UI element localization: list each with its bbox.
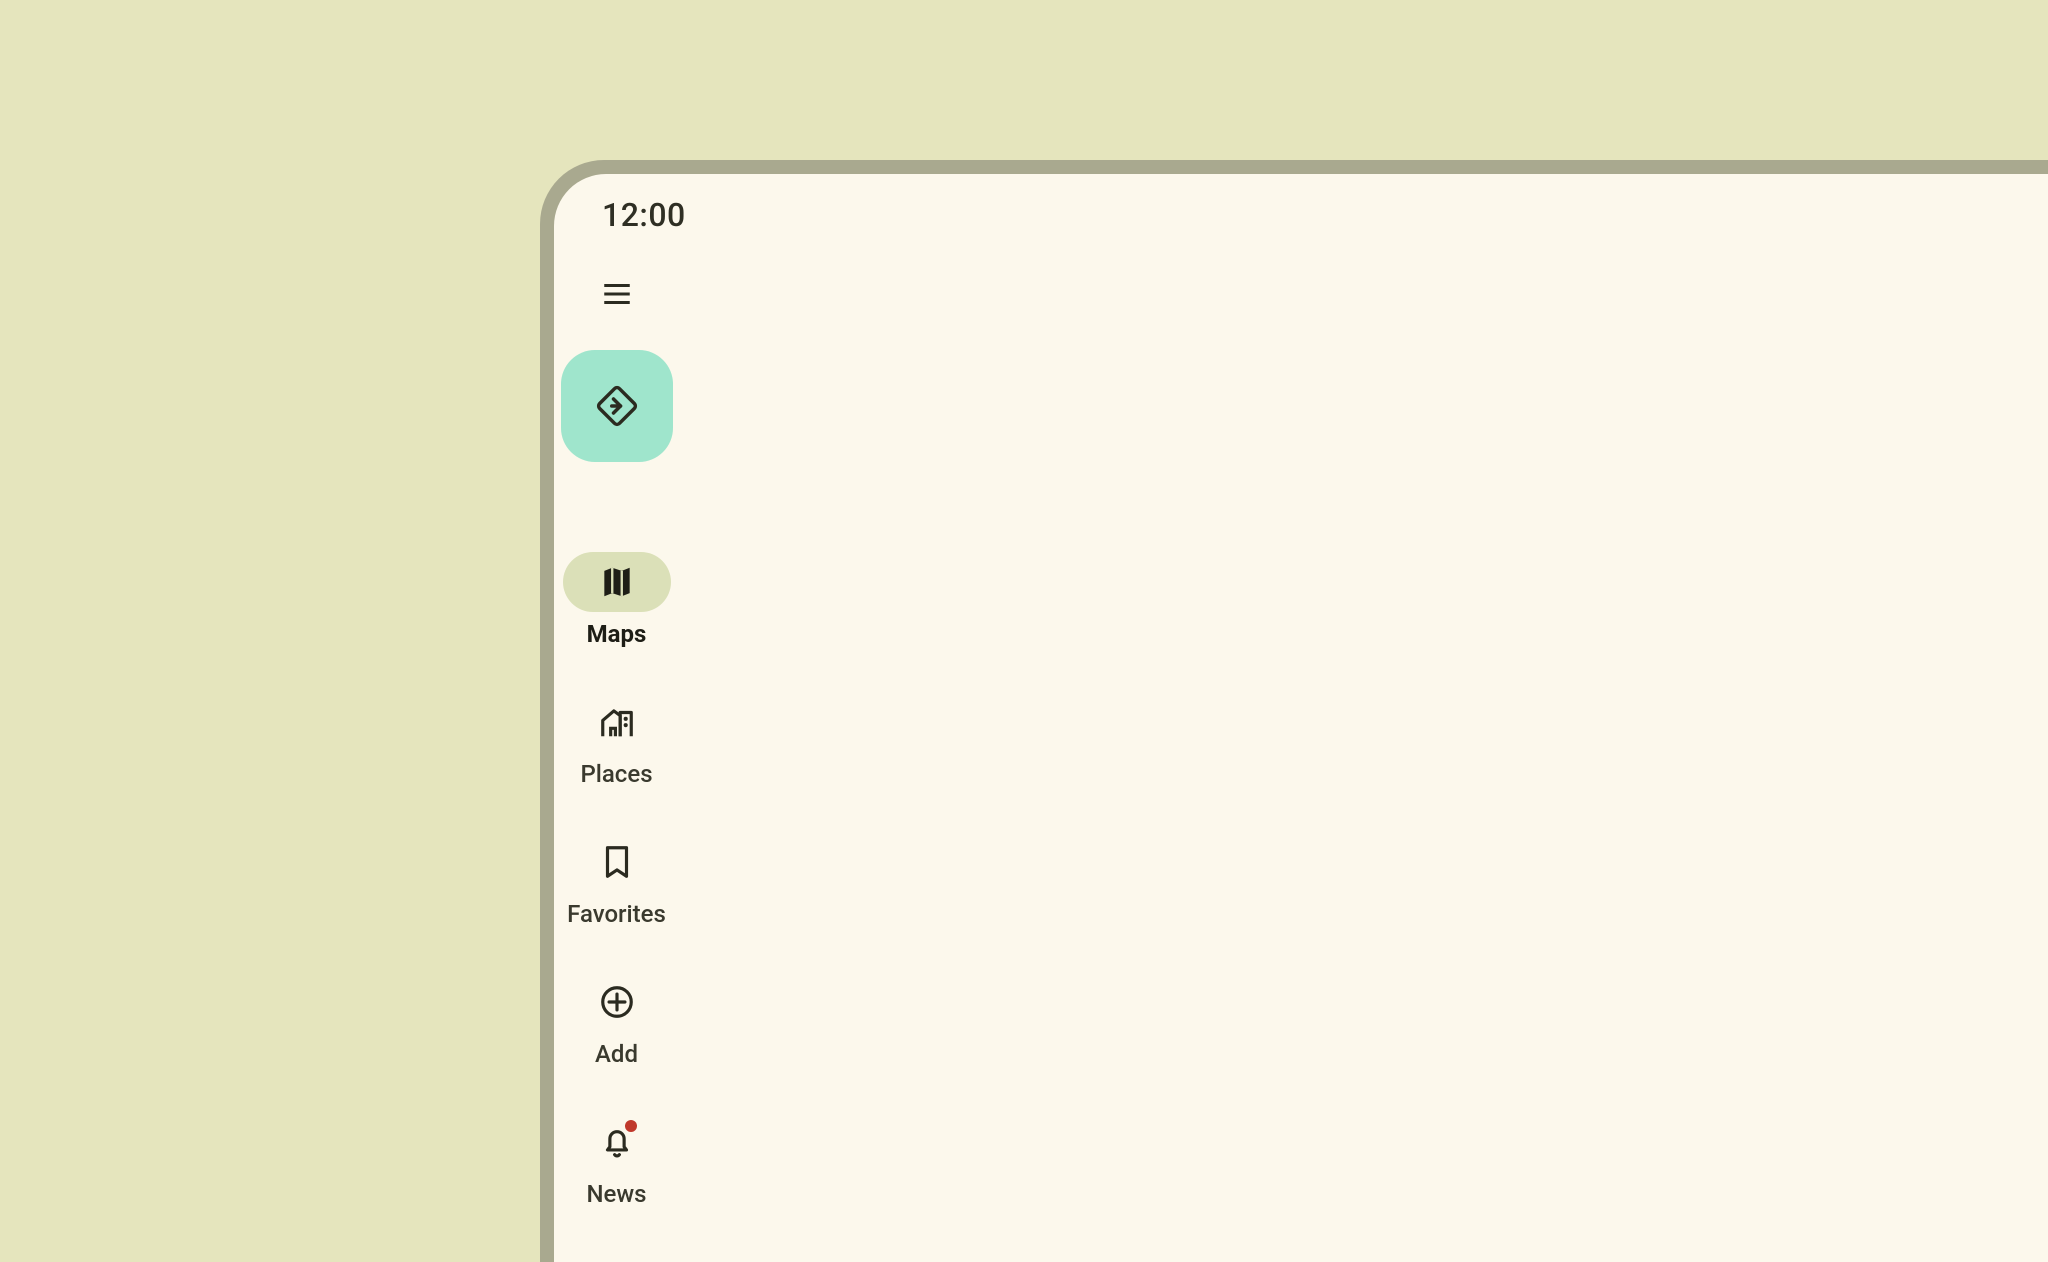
nav-label-news: News xyxy=(586,1180,646,1208)
nav-label-maps: Maps xyxy=(587,620,647,648)
plus-circle-icon xyxy=(598,983,636,1021)
notification-badge xyxy=(625,1120,637,1132)
nav-pill-places xyxy=(563,692,671,752)
nav-pill-add xyxy=(563,972,671,1032)
menu-button[interactable] xyxy=(589,266,645,322)
device-frame: 12:00 xyxy=(540,160,2048,1262)
directions-icon xyxy=(596,385,638,427)
bookmark-icon xyxy=(598,843,636,881)
menu-icon xyxy=(600,277,634,311)
nav-item-news[interactable]: News xyxy=(561,1112,673,1208)
nav-label-add: Add xyxy=(595,1040,638,1068)
map-icon xyxy=(598,563,636,601)
screen: 12:00 xyxy=(554,174,2048,1262)
fab-directions[interactable] xyxy=(561,350,673,462)
nav-pill-favorites xyxy=(563,832,671,892)
nav-label-places: Places xyxy=(580,760,652,788)
nav-pill-news xyxy=(563,1112,671,1172)
nav-label-favorites: Favorites xyxy=(567,900,666,928)
buildings-icon xyxy=(598,703,636,741)
nav-item-maps[interactable]: Maps xyxy=(561,552,673,648)
navigation-rail: Maps Places xyxy=(554,264,679,1252)
nav-item-places[interactable]: Places xyxy=(561,692,673,788)
nav-item-add[interactable]: Add xyxy=(561,972,673,1068)
nav-item-favorites[interactable]: Favorites xyxy=(561,832,673,928)
nav-pill-maps xyxy=(563,552,671,612)
statusbar-time: 12:00 xyxy=(602,196,686,234)
